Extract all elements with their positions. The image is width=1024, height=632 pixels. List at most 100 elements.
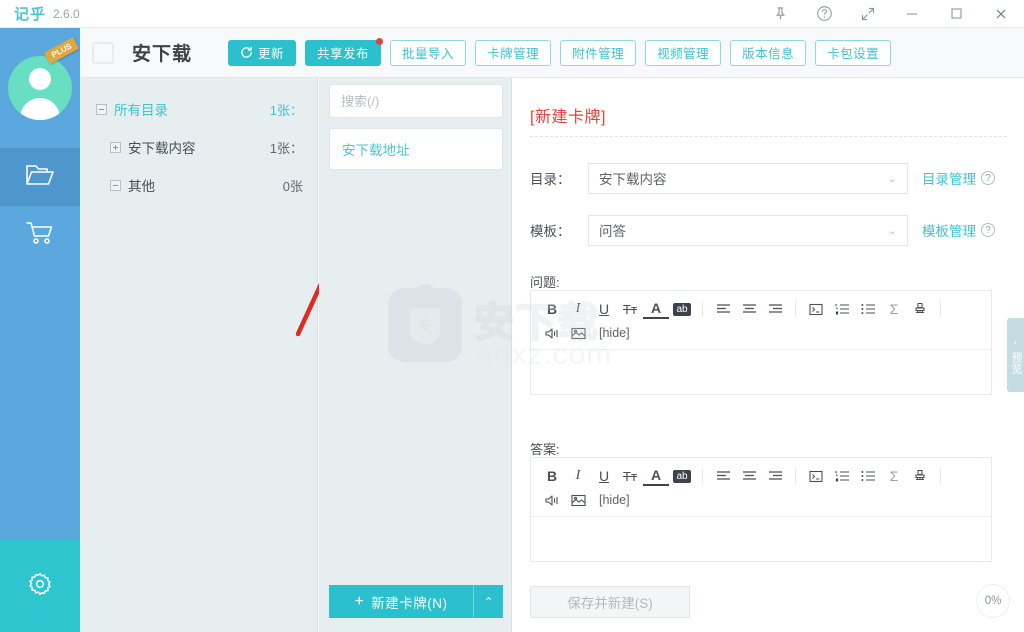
search-input[interactable] <box>330 93 517 109</box>
tree-item-content[interactable]: 安下载内容 1张： <box>80 134 317 160</box>
audio-icon[interactable] <box>539 488 565 512</box>
version-info-button[interactable]: 版本信息 <box>730 39 807 66</box>
minimize-icon[interactable] <box>890 0 934 27</box>
image-icon[interactable] <box>565 321 591 345</box>
toolbar-separator <box>940 301 941 317</box>
template-select[interactable]: 问答 ⌄ <box>588 214 908 246</box>
code-block-icon[interactable] <box>803 464 829 488</box>
collapse-toggle-icon[interactable] <box>96 103 107 115</box>
question-input[interactable] <box>531 350 991 394</box>
underline-icon[interactable]: U <box>591 297 617 321</box>
directory-field-row: 目录： 安下载内容 ⌄ 目录管理 ? <box>530 162 1010 194</box>
deck-settings-button[interactable]: 卡包设置 <box>815 39 892 66</box>
title-bar: 记乎 2.6.0 <box>0 0 1024 28</box>
align-left-icon[interactable] <box>710 297 736 321</box>
attachment-manage-button[interactable]: 附件管理 <box>560 39 637 66</box>
align-center-icon[interactable] <box>736 464 762 488</box>
list-item[interactable]: 安下载地址 <box>329 128 503 170</box>
font-color-icon[interactable]: A <box>643 466 669 486</box>
align-right-icon[interactable] <box>762 464 788 488</box>
divider <box>530 136 1007 137</box>
tree-item-label: 安下载内容 <box>128 141 196 156</box>
share-publish-button[interactable]: 共享发布 <box>305 37 384 66</box>
bullet-list-icon[interactable] <box>855 464 881 488</box>
answer-editor: B I U Tт A ab Σ [hide] <box>530 457 992 562</box>
underline-icon[interactable]: U <box>591 464 617 488</box>
strikethrough-icon[interactable]: Tт <box>617 464 643 488</box>
progress-value: 0% <box>984 595 1002 607</box>
sidebar-item-cart[interactable] <box>0 206 80 264</box>
search-box[interactable] <box>329 84 531 118</box>
tree-item-all-directories[interactable]: 所有目录 1张： <box>80 96 317 122</box>
tree-item-other[interactable]: 其他 0张 <box>80 172 317 198</box>
align-center-icon[interactable] <box>736 297 762 321</box>
answer-input[interactable] <box>531 517 991 561</box>
align-left-icon[interactable] <box>710 464 736 488</box>
formula-icon[interactable]: Σ <box>881 464 907 488</box>
avatar[interactable]: PLUS <box>0 28 80 148</box>
bullet-list-icon[interactable] <box>855 297 881 321</box>
collapse-toggle-icon[interactable] <box>110 179 121 191</box>
help-icon[interactable]: ? <box>981 223 995 237</box>
strikethrough-icon[interactable]: Tт <box>617 297 643 321</box>
close-icon[interactable] <box>978 0 1024 27</box>
pin-icon[interactable] <box>758 0 802 27</box>
align-right-icon[interactable] <box>762 297 788 321</box>
answer-hide-tag[interactable]: [hide] <box>599 493 630 507</box>
save-and-new-button[interactable]: 保存并新建(S) <box>530 586 690 618</box>
sidebar-item-settings[interactable] <box>0 540 80 632</box>
directory-select[interactable]: 安下载内容 ⌄ <box>588 162 908 194</box>
template-manage-link[interactable]: 模板管理 ? <box>922 220 995 240</box>
formula-icon[interactable]: Σ <box>881 297 907 321</box>
header-toolbar: 安下载 更新 共享发布 批量导入 卡牌管理 附件管理 视频管理 版本信息 卡包设… <box>80 28 1024 78</box>
clear-format-icon[interactable] <box>907 464 933 488</box>
toolbar-separator <box>702 468 703 484</box>
audio-icon[interactable] <box>539 321 565 345</box>
sidebar-item-folder[interactable] <box>0 148 80 206</box>
directory-manage-link[interactable]: 目录管理 ? <box>922 168 995 188</box>
toolbar-separator <box>795 468 796 484</box>
italic-icon[interactable]: I <box>565 464 591 488</box>
progress-indicator: 0% <box>976 584 1010 618</box>
editor-title: [新建卡牌] <box>530 109 606 126</box>
tree-item-label: 其他 <box>128 179 155 194</box>
help-icon[interactable]: ? <box>981 171 995 185</box>
chevron-down-icon: ⌄ <box>887 224 897 237</box>
notification-dot-icon <box>376 37 384 45</box>
refresh-icon <box>240 46 253 59</box>
highlight-icon[interactable]: ab <box>669 297 695 321</box>
font-color-icon[interactable]: A <box>643 299 669 319</box>
maximize-icon[interactable] <box>934 0 978 27</box>
header-button-group: 更新 共享发布 批量导入 卡牌管理 附件管理 视频管理 版本信息 卡包设置 <box>228 37 892 66</box>
ordered-list-icon[interactable] <box>829 297 855 321</box>
expand-icon[interactable] <box>846 0 890 27</box>
tree-item-count: 1张： <box>269 140 303 156</box>
update-button-label: 更新 <box>258 47 285 61</box>
italic-icon[interactable]: I <box>565 297 591 321</box>
preview-tab-label: 预览 <box>1010 352 1022 374</box>
template-field-row: 模板： 问答 ⌄ 模板管理 ? <box>530 214 1010 246</box>
code-block-icon[interactable] <box>803 297 829 321</box>
answer-label: 答案: <box>530 442 560 457</box>
image-icon[interactable] <box>565 488 591 512</box>
expand-toggle-icon[interactable] <box>110 141 121 153</box>
video-manage-button[interactable]: 视频管理 <box>645 39 722 66</box>
help-icon[interactable] <box>802 0 846 27</box>
question-hide-tag[interactable]: [hide] <box>599 326 630 340</box>
update-button[interactable]: 更新 <box>228 39 297 66</box>
video-manage-label: 视频管理 <box>657 47 710 61</box>
new-card-button[interactable]: + 新建卡牌(N) <box>329 585 473 618</box>
clear-format-icon[interactable] <box>907 297 933 321</box>
preview-tab[interactable]: ‹ 预览 <box>1007 318 1024 392</box>
bold-icon[interactable]: B <box>539 464 565 488</box>
app-window: 记乎 2.6.0 PLUS 安下载 更新 共享发布 批量导入 卡牌管理 附件管理… <box>0 0 1024 632</box>
save-and-new-label: 保存并新建(S) <box>567 596 653 611</box>
new-card-button-group: + 新建卡牌(N) ⌃ <box>329 585 503 618</box>
bold-icon[interactable]: B <box>539 297 565 321</box>
ordered-list-icon[interactable] <box>829 464 855 488</box>
batch-import-button[interactable]: 批量导入 <box>390 39 467 66</box>
new-card-dropdown-button[interactable]: ⌃ <box>473 585 503 618</box>
card-manage-button[interactable]: 卡牌管理 <box>475 39 552 66</box>
question-editor-toolbar: B I U Tт A ab Σ [hide] <box>531 291 991 350</box>
highlight-icon[interactable]: ab <box>669 464 695 488</box>
